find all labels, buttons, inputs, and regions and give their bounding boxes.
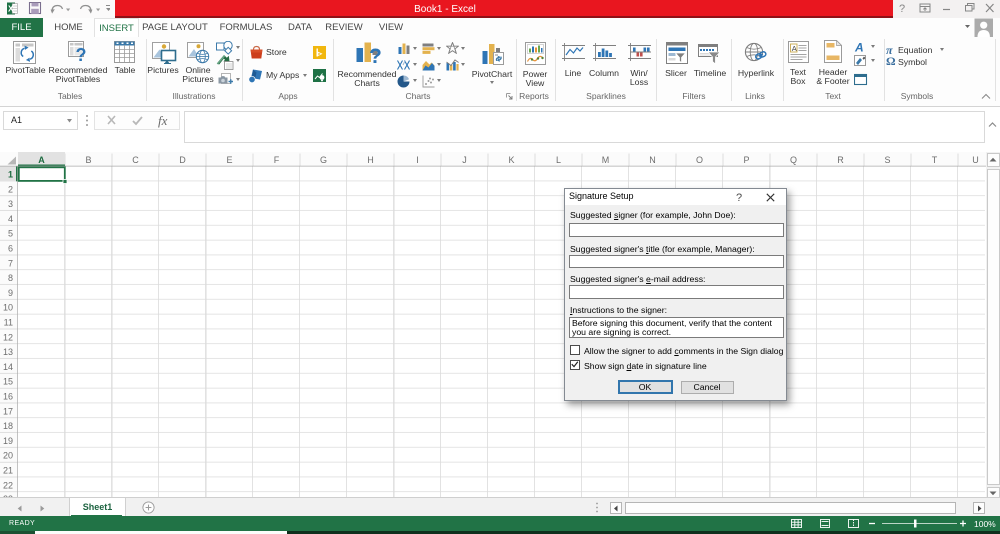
svg-text:5: 5: [8, 229, 13, 239]
svg-text:?: ?: [899, 3, 905, 14]
svg-text:6: 6: [8, 244, 13, 254]
svg-text:?: ?: [76, 45, 87, 63]
svg-text:L: L: [556, 155, 561, 165]
svg-text:8: 8: [8, 273, 13, 283]
svg-text:18: 18: [3, 421, 13, 431]
svg-text:22: 22: [3, 480, 13, 490]
svg-text:A: A: [854, 41, 864, 55]
svg-text:A: A: [792, 44, 797, 53]
svg-text:X: X: [8, 4, 14, 14]
svg-text:O: O: [696, 155, 703, 165]
svg-text:3: 3: [8, 199, 13, 209]
svg-text:7: 7: [8, 258, 13, 268]
svg-text:?: ?: [369, 45, 382, 67]
svg-text:I: I: [416, 155, 419, 165]
svg-text:15: 15: [3, 377, 13, 387]
svg-text:S: S: [884, 155, 890, 165]
svg-text:J: J: [462, 155, 467, 165]
svg-text:10: 10: [3, 303, 13, 313]
svg-text:9: 9: [8, 288, 13, 298]
svg-text:11: 11: [4, 318, 13, 328]
svg-text:U: U: [972, 155, 979, 165]
svg-text:4: 4: [8, 214, 13, 224]
svg-text:K: K: [508, 155, 514, 165]
svg-text:1: 1: [8, 170, 13, 180]
svg-text:21: 21: [3, 466, 13, 476]
svg-text:P: P: [743, 155, 749, 165]
svg-text:T: T: [932, 155, 938, 165]
svg-text:2: 2: [8, 184, 13, 194]
svg-text:D: D: [179, 155, 186, 165]
svg-text:19: 19: [3, 436, 13, 446]
svg-text:13: 13: [3, 347, 13, 357]
svg-text:fx: fx: [158, 113, 168, 128]
svg-text:H: H: [367, 155, 374, 165]
svg-text:C: C: [132, 155, 139, 165]
svg-text:N: N: [649, 155, 656, 165]
svg-text:B: B: [85, 155, 91, 165]
svg-text:A: A: [38, 155, 45, 165]
svg-text:12: 12: [3, 332, 13, 342]
svg-text:16: 16: [3, 392, 13, 402]
svg-text:17: 17: [3, 406, 13, 416]
svg-text:Q: Q: [790, 155, 797, 165]
svg-text:E: E: [226, 155, 232, 165]
svg-text:M: M: [602, 155, 610, 165]
svg-text:G: G: [320, 155, 327, 165]
svg-text:20: 20: [3, 451, 13, 461]
svg-text:R: R: [837, 155, 844, 165]
svg-text:F: F: [274, 155, 280, 165]
svg-text:14: 14: [3, 362, 13, 372]
